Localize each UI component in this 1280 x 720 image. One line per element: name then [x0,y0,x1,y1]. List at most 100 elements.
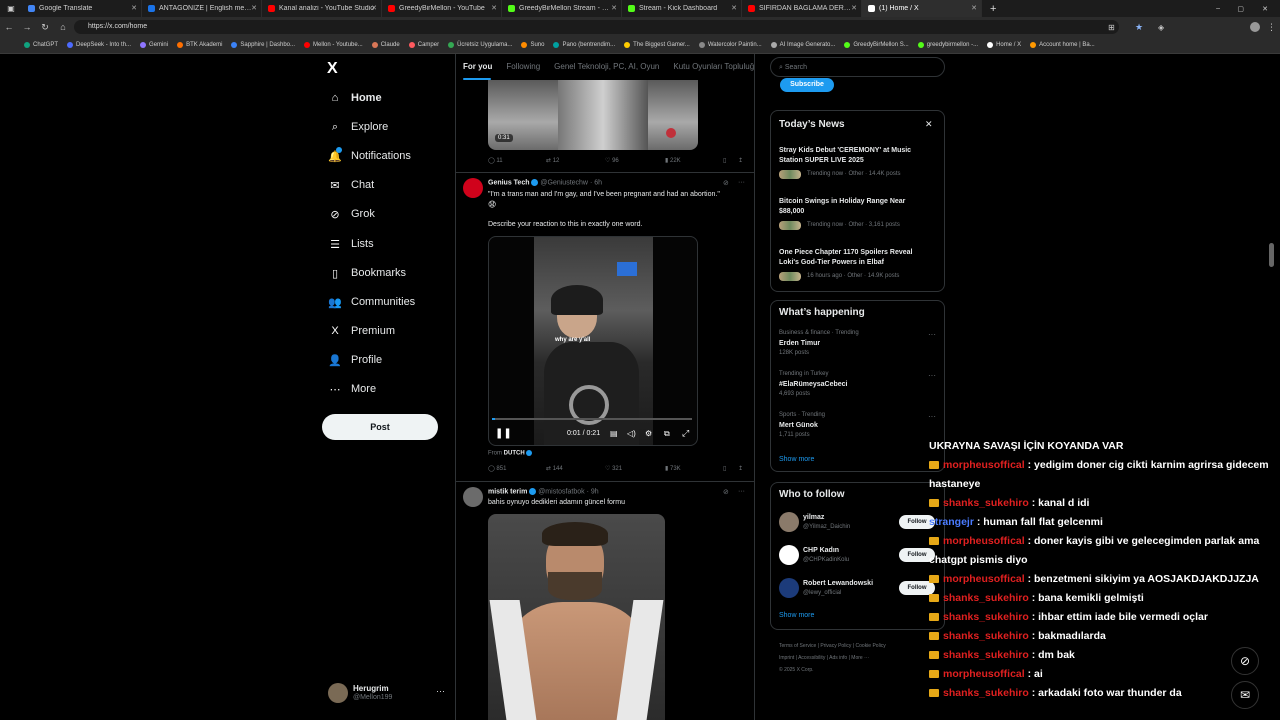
post-image[interactable] [488,514,665,720]
bookmark-item[interactable]: Claude [371,42,400,48]
share-icon[interactable]: ↥ [738,465,743,472]
trend-name[interactable]: Erden Timur [779,339,820,349]
bookmark-item[interactable]: GreedyBirMellon S... [844,42,909,48]
tab-close-icon[interactable]: ✕ [491,4,497,12]
post-button[interactable]: Post [322,414,438,440]
tab-kutu-oyunlari[interactable]: Kutu Oyunları Topluluğ [673,62,754,71]
views-action[interactable]: ▮ 22K [665,157,681,165]
views-action[interactable]: ▮ 73K [665,465,681,473]
privacy-link[interactable]: Privacy Policy [820,643,851,649]
bookmark-icon[interactable]: ▯ [723,465,726,472]
sidebar-item-explore[interactable]: ⌕ Explore [328,120,388,134]
profile-avatar[interactable] [1250,22,1260,32]
maximize-icon[interactable]: ▢ [1237,5,1244,13]
bookmark-item[interactable]: AI Image Generato... [770,42,835,48]
follow-avatar[interactable] [779,512,799,532]
tab-close-icon[interactable]: ✕ [371,4,377,12]
bookmark-item[interactable]: Ücretsiz Uygulama... [448,42,512,48]
browser-tab[interactable]: Kanal analizi - YouTube Studio ✕ [262,0,382,17]
page-scrollbar[interactable] [1269,243,1274,267]
repost-action[interactable]: ⇄ 144 [546,465,563,473]
chat-username[interactable]: morpheusoffical [943,459,1025,471]
sidebar-item-grok[interactable]: ⊘ Grok [328,207,374,221]
tab-close-icon[interactable]: ✕ [971,4,977,12]
browser-menu-dots-icon[interactable]: ⋮ [1267,22,1276,33]
chat-username[interactable]: shanks_sukehiro [943,649,1029,661]
x-logo[interactable]: X [327,60,338,78]
browser-tab[interactable]: GreedyBirMellon Stream - Watch ✕ [502,0,622,17]
tab-close-icon[interactable]: ✕ [731,4,737,12]
bookmark-item[interactable]: Account home | Ba... [1030,42,1095,48]
reload-icon[interactable]: ↻ [36,22,54,33]
cookie-link[interactable]: Cookie Policy [856,643,886,649]
show-more-link[interactable]: Show more [779,612,814,619]
follow-name[interactable]: Robert Lewandowski [803,579,873,589]
captions-icon[interactable]: ▤ [610,429,618,438]
fullscreen-icon[interactable]: ⤢ [682,428,689,439]
sidebar-item-profile[interactable]: 👤 Profile [328,353,382,367]
reply-action[interactable]: ◯ 851 [488,465,506,473]
bookmark-item[interactable]: greedybirmellon -... [917,42,978,48]
chat-username[interactable]: shanks_sukehiro [943,611,1029,623]
post-time[interactable]: · 6h [590,179,602,186]
pause-icon[interactable]: ❚❚ [495,428,512,439]
search-input[interactable]: ⌕ Search [770,57,945,77]
terms-link[interactable]: Terms of Service [779,643,816,649]
like-action[interactable]: ♡ 96 [605,157,619,165]
extension-icon[interactable]: ◈ [1158,23,1164,32]
follow-name[interactable]: CHP Kadın [803,546,839,556]
more-link[interactable]: More ··· [851,655,869,661]
follow-avatar[interactable] [779,578,799,598]
post-video[interactable] [488,236,698,446]
chat-username[interactable]: morpheusoffical [943,573,1025,585]
accessibility-link[interactable]: Accessibility [798,655,825,661]
chat-username[interactable]: morpheusoffical [943,535,1025,547]
bookmark-icon[interactable]: ▯ [723,157,726,164]
browser-tab[interactable]: Stream - Kick Dashboard ✕ [622,0,742,17]
sidebar-item-communities[interactable]: 👥 Communities [328,295,415,309]
settings-gear-icon[interactable]: ⚙ [645,429,652,438]
bookmark-item[interactable]: The Biggest Gamer... [624,42,690,48]
author-handle[interactable]: @mistosfatbok [538,488,584,495]
url-input[interactable]: https://x.com/home [74,20,1119,34]
close-icon[interactable]: ✕ [925,119,933,130]
tab-for-you[interactable]: For you [463,62,492,71]
pip-icon[interactable]: ⧉ [664,429,670,439]
tab-close-icon[interactable]: ✕ [851,4,857,12]
new-tab-button[interactable]: + [990,3,996,15]
bookmark-item[interactable]: ChatGPT [24,42,58,48]
sidebar-item-home[interactable]: ⌂ Home [328,91,382,105]
home-icon[interactable]: ⌂ [54,22,72,32]
bookmark-item[interactable]: Home / X [987,42,1021,48]
tab-genel-teknoloji[interactable]: Genel Teknoloji, PC, AI, Oyun [554,62,659,71]
share-icon[interactable]: ↥ [738,157,743,164]
ads-info-link[interactable]: Ads info [829,655,847,661]
chat-username[interactable]: morpheusoffical [943,668,1025,680]
browser-menu-icon[interactable]: ▣ [0,4,22,13]
bookmark-item[interactable]: Camper [408,42,439,48]
translate-icon[interactable]: ⊞ [1108,23,1115,32]
browser-tab[interactable]: SIFIRDAN BAĞLAMA DERSİ 3 (EN✕ [742,0,862,17]
tab-close-icon[interactable]: ✕ [251,4,257,12]
news-headline[interactable]: Stray Kids Debut 'CEREMONY' at Music Sta… [779,146,929,166]
chat-username[interactable]: shanks_sukehiro [943,630,1029,642]
top-video[interactable] [488,80,698,150]
back-icon[interactable]: ← [0,22,18,32]
volume-icon[interactable]: ◁) [627,429,636,438]
genius-tech-avatar[interactable] [463,178,483,198]
like-action[interactable]: ♡ 321 [605,465,622,473]
subscribe-button[interactable]: Subscribe [780,78,834,92]
repost-action[interactable]: ⇄ 12 [546,157,559,165]
author-name[interactable]: mistik terim [488,488,527,495]
sidebar-item-bookmarks[interactable]: ▯ Bookmarks [328,266,406,280]
user-avatar[interactable] [328,683,348,703]
author-name[interactable]: Genius Tech [488,179,530,186]
bookmark-item[interactable]: Suno [521,42,544,48]
chat-username[interactable]: shanks_sukehiro [943,497,1029,509]
chat-username[interactable]: shanks_sukehiro [943,592,1029,604]
follow-avatar[interactable] [779,545,799,565]
trend-name[interactable]: #ElaRümeysaCebeci [779,380,847,390]
grok-icon[interactable]: ⊘ [723,179,729,187]
tab-close-icon[interactable]: ✕ [131,4,137,12]
mistik-terim-avatar[interactable] [463,487,483,507]
